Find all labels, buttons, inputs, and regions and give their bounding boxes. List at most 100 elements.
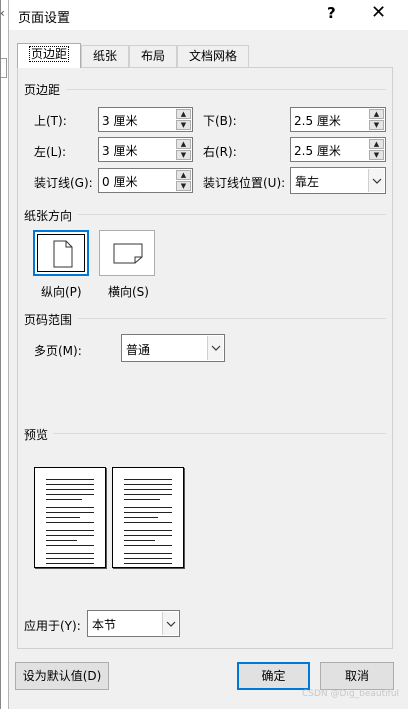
close-button[interactable]: ✕ (371, 2, 386, 23)
preview-text-line (46, 540, 77, 541)
preview-page-right (112, 467, 184, 568)
portrait-label: 纵向(P) (41, 285, 82, 299)
right-margin-label: 右(R): (203, 145, 237, 159)
gutter-position-select[interactable]: 靠左 (290, 167, 386, 194)
tab-bar: 页边距 纸张 布局 文档网格 (17, 43, 250, 68)
ok-button[interactable]: 确定 (237, 662, 310, 690)
preview-text-line (124, 507, 172, 508)
spinner-arrows[interactable]: ▲ ▼ (369, 139, 384, 160)
preview-text-line (124, 484, 172, 485)
spin-up-icon[interactable]: ▲ (176, 170, 191, 180)
preview-text-line (46, 494, 94, 495)
portrait-page-icon (53, 240, 73, 268)
orientation-heading: 纸张方向 (24, 209, 73, 223)
pages-heading: 页码范围 (24, 313, 73, 327)
spin-down-icon[interactable]: ▼ (369, 120, 384, 130)
chevron-down-icon[interactable] (368, 169, 384, 192)
preview-text-line (46, 507, 94, 508)
apply-to-select[interactable]: 本节 (87, 610, 180, 637)
preview-text-line (124, 499, 160, 500)
spin-down-icon[interactable]: ▼ (176, 150, 191, 160)
tab-paper[interactable]: 纸张 (81, 45, 130, 68)
tab-panel: 页边距 上(T): 3 厘米 ▲ ▼ 下(B): 2.5 厘米 ▲ ▼ 左(L): … (17, 67, 393, 649)
multiple-pages-select[interactable]: 普通 (121, 334, 225, 362)
preview-text-line (124, 545, 172, 546)
preview-heading: 预览 (24, 428, 49, 442)
spinner-arrows[interactable]: ▲ ▼ (176, 170, 191, 191)
chevron-down-icon[interactable] (162, 612, 178, 635)
preview-text-line (46, 535, 94, 536)
background-window-edge: ‹ (0, 0, 9, 709)
left-margin-label: 左(L): (34, 145, 67, 159)
preview-text-line (124, 563, 172, 564)
spin-up-icon[interactable]: ▲ (369, 139, 384, 149)
spinner-arrows[interactable]: ▲ ▼ (369, 109, 384, 130)
chevron-down-icon[interactable] (207, 336, 223, 360)
portrait-option[interactable] (33, 230, 89, 276)
bottom-margin-label: 下(B): (203, 114, 237, 128)
spin-up-icon[interactable]: ▲ (176, 109, 191, 119)
watermark: CSDN @Dig_beautiful (302, 689, 400, 699)
spin-down-icon[interactable]: ▼ (369, 150, 384, 160)
spin-up-icon[interactable]: ▲ (369, 109, 384, 119)
divider (78, 318, 386, 319)
spin-up-icon[interactable]: ▲ (176, 139, 191, 149)
landscape-option[interactable] (99, 230, 155, 276)
top-margin-spinner[interactable]: 3 厘米 ▲ ▼ (98, 107, 193, 132)
preview-text-line (46, 563, 94, 564)
tab-margins[interactable]: 页边距 (17, 43, 82, 68)
page-setup-dialog: ‹ 页面设置 ? ✕ 页边距 纸张 布局 文档网格 页边距 上(T): 3 厘米… (0, 0, 408, 709)
preview-text-line (124, 494, 172, 495)
spinner-arrows[interactable]: ▲ ▼ (176, 109, 191, 130)
gutter-label: 装订线(G): (34, 176, 93, 190)
top-margin-label: 上(T): (34, 114, 67, 128)
preview-text-line (124, 540, 155, 541)
landscape-label: 横向(S) (108, 285, 149, 299)
preview-text-line (124, 530, 172, 531)
preview-text-line (124, 517, 158, 518)
right-margin-spinner[interactable]: 2.5 厘米 ▲ ▼ (290, 137, 386, 162)
dialog-title: 页面设置 (18, 11, 71, 26)
preview-text-line (46, 530, 94, 531)
divider (66, 89, 386, 90)
preview-text-line (46, 558, 94, 559)
preview-text-line (46, 522, 94, 523)
preview-text-line (46, 479, 94, 480)
preview-text-line (124, 522, 172, 523)
background-control (1, 58, 7, 78)
preview-text-line (124, 558, 172, 559)
preview-text-line (46, 512, 94, 513)
spin-down-icon[interactable]: ▼ (176, 181, 191, 191)
preview-text-line (46, 484, 94, 485)
bottom-margin-spinner[interactable]: 2.5 厘米 ▲ ▼ (290, 107, 386, 132)
preview-text-line (46, 517, 80, 518)
landscape-page-icon (113, 243, 143, 264)
preview-text-line (46, 545, 94, 546)
preview-text-line (124, 553, 172, 554)
divider (53, 433, 386, 434)
preview-text-line (46, 489, 94, 490)
apply-to-label: 应用于(Y): (24, 619, 81, 633)
preview-text-line (124, 489, 172, 490)
spinner-arrows[interactable]: ▲ ▼ (176, 139, 191, 160)
spin-down-icon[interactable]: ▼ (176, 120, 191, 130)
tab-document-grid[interactable]: 文档网格 (177, 45, 250, 68)
gutter-spinner[interactable]: 0 厘米 ▲ ▼ (98, 168, 193, 193)
chevron-left-icon: ‹ (0, 6, 5, 20)
left-margin-spinner[interactable]: 3 厘米 ▲ ▼ (98, 137, 193, 162)
preview-text-line (124, 535, 172, 536)
set-default-button[interactable]: 设为默认值(D) (15, 662, 109, 690)
tab-layout[interactable]: 布局 (129, 45, 178, 68)
cancel-button[interactable]: 取消 (320, 662, 394, 690)
titlebar: 页面设置 ? ✕ (9, 0, 408, 30)
preview-text-line (124, 479, 172, 480)
divider (78, 214, 386, 215)
help-button[interactable]: ? (327, 4, 336, 22)
preview-text-line (46, 499, 82, 500)
preview-page-left (34, 467, 106, 568)
margins-heading: 页边距 (24, 83, 61, 97)
gutter-position-label: 装订线位置(U): (203, 176, 286, 190)
preview-text-line (124, 512, 172, 513)
multiple-pages-label: 多页(M): (34, 344, 82, 358)
preview-text-line (46, 553, 94, 554)
